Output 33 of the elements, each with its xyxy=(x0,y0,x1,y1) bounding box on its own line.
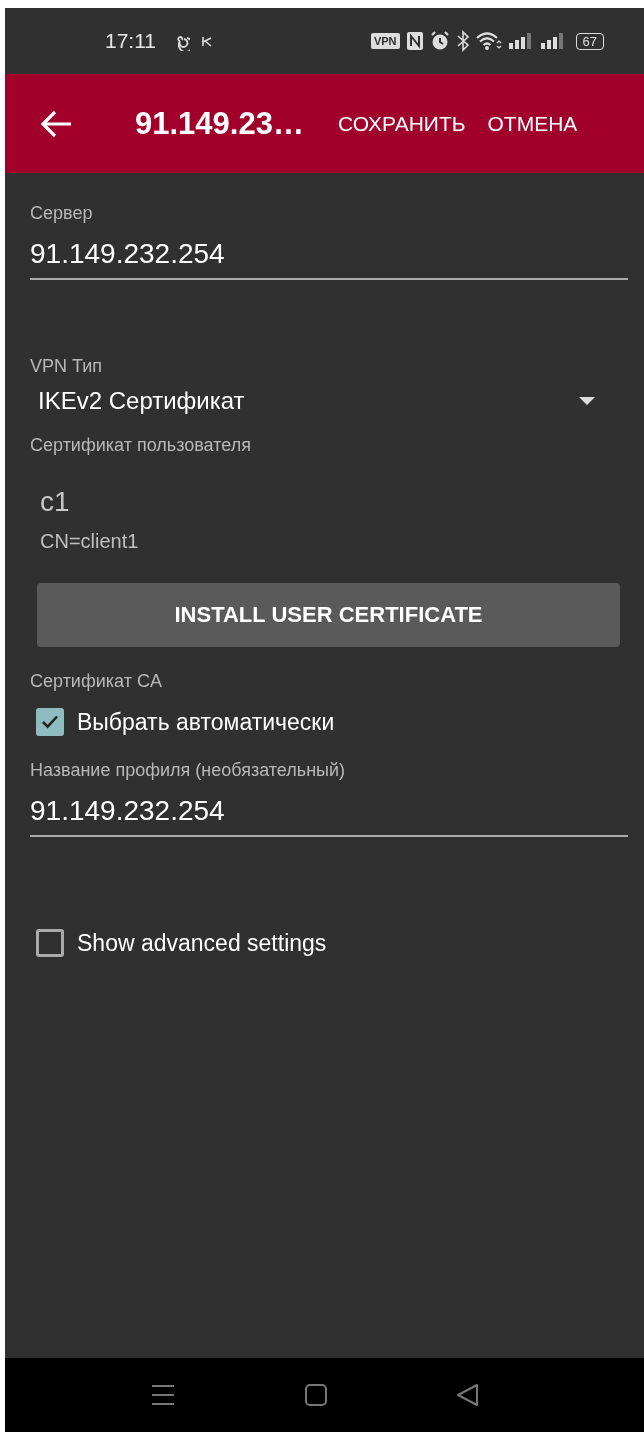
vpn-type-dropdown[interactable]: IKEv2 Сертификат xyxy=(30,377,628,415)
checkbox[interactable] xyxy=(36,929,64,957)
field-label: Сервер xyxy=(30,203,93,224)
certificate-name: c1 xyxy=(40,486,70,518)
field-label: VPN Тип xyxy=(30,356,103,377)
window-title: 91.149.23… xyxy=(135,105,304,142)
dropdown-caret-icon xyxy=(578,396,596,406)
vpn-badge: VPN xyxy=(370,33,400,49)
field-label: Название профиля (необязательный) xyxy=(30,760,346,781)
field-label: Сертификат пользователя xyxy=(30,435,251,456)
server-input-field[interactable]: 91.149.232.254 xyxy=(30,224,628,280)
field-label: Сертификат CA xyxy=(30,671,162,692)
toolbar-action[interactable]: СОХРАНИТЬ xyxy=(329,111,474,136)
checkbox[interactable] xyxy=(36,708,64,736)
battery-indicator: 67 xyxy=(575,32,604,50)
profile-name-input-field[interactable]: 91.149.232.254 xyxy=(30,781,628,837)
clock: 17:11 xyxy=(105,29,156,53)
bluetooth-icon xyxy=(455,30,470,52)
back-icon[interactable] xyxy=(455,1383,480,1407)
nfc-icon xyxy=(405,31,424,51)
menu-icon[interactable] xyxy=(149,1383,176,1407)
checkbox-label: Show advanced settings xyxy=(77,929,327,957)
checkbox-label: Выбрать автоматически xyxy=(77,708,335,736)
signal-icon xyxy=(539,31,566,51)
certificate-subject: CN=client1 xyxy=(40,530,139,553)
back-arrow-icon[interactable] xyxy=(39,108,73,139)
signal-icon xyxy=(507,31,534,51)
install-certificate-button[interactable]: INSTALL USER CERTIFICATE xyxy=(37,583,620,647)
toolbar-action[interactable]: ОТМЕНА xyxy=(479,111,586,136)
alarm-icon xyxy=(429,31,450,51)
home-icon[interactable] xyxy=(303,1383,328,1407)
wifi-icon xyxy=(475,31,502,51)
kappa-icon xyxy=(200,34,214,48)
